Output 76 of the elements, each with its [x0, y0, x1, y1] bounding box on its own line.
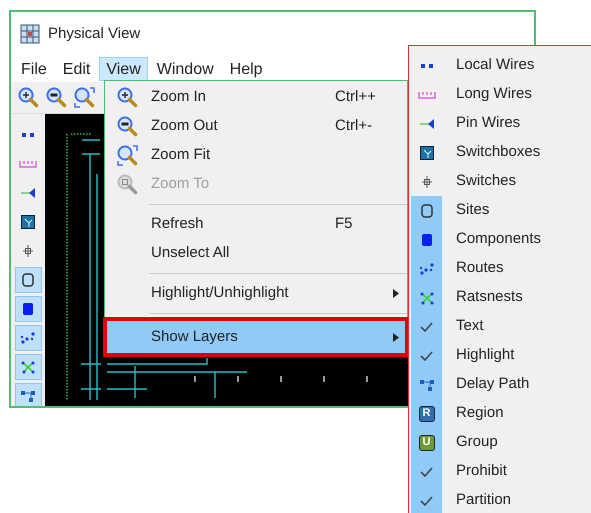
menu-item[interactable]: Unselect All — [105, 239, 407, 268]
ruler-icon — [19, 160, 37, 168]
menu-item[interactable]: Show Layers — [105, 319, 407, 355]
zoom-fit-icon — [117, 144, 139, 166]
submenu-arrow-icon — [393, 332, 399, 342]
layer-menu-item[interactable]: Sites — [409, 196, 591, 225]
chip-icon — [22, 302, 34, 316]
layer-menu-item[interactable]: Ratsnests — [409, 283, 591, 312]
layer-menu-item[interactable]: R Region — [409, 399, 591, 428]
square-icon — [420, 146, 434, 160]
menu-item[interactable]: Edit — [56, 57, 98, 81]
crosshair-icon — [420, 176, 432, 188]
ruler-icon — [418, 90, 436, 98]
letter-badge-icon: U — [418, 434, 434, 450]
check-icon — [420, 350, 433, 360]
layer-menu-item[interactable]: Prohibit — [409, 457, 591, 486]
zoom-in-button[interactable] — [17, 86, 41, 110]
zoom-out-icon — [46, 86, 68, 108]
layer-toggle-button[interactable] — [14, 267, 42, 293]
zoom-out-icon — [117, 116, 139, 138]
layer-menu-item[interactable]: Switches — [409, 167, 591, 196]
check-icon — [420, 466, 433, 476]
dots-icon — [420, 62, 434, 68]
check-icon — [420, 496, 433, 506]
layer-toggle-button[interactable] — [14, 325, 42, 351]
check-icon — [420, 322, 433, 332]
layer-menu-item[interactable]: Delay Path — [409, 370, 591, 399]
pin-icon — [20, 188, 36, 198]
rounded-square-icon — [22, 273, 34, 287]
menu-item[interactable]: Zoom Fit — [105, 141, 407, 170]
zoom-in-icon — [18, 86, 40, 108]
network-icon — [418, 290, 434, 304]
zoom-out-button[interactable] — [45, 86, 69, 110]
menu-item[interactable]: Zoom In Ctrl++ — [105, 83, 407, 112]
path-icon — [418, 378, 434, 392]
menu-item[interactable]: Refresh F5 — [105, 210, 407, 239]
shortcut-text: Ctrl++ — [335, 87, 377, 108]
layer-menu-item[interactable]: Switchboxes — [409, 138, 591, 167]
menu-item[interactable]: Help — [222, 57, 270, 81]
submenu-arrow-icon — [393, 289, 399, 298]
grid-app-icon — [20, 24, 40, 44]
menu-item[interactable]: View — [99, 57, 148, 81]
square-icon — [21, 215, 35, 229]
menu-item[interactable]: Zoom Out Ctrl+- — [105, 112, 407, 141]
magnifier-icon — [117, 174, 139, 196]
zoom-fit-icon — [74, 86, 96, 108]
rounded-square-icon — [420, 204, 432, 218]
zoom-fit-button[interactable] — [73, 86, 97, 110]
menu-item[interactable]: File — [14, 57, 54, 81]
network-icon — [20, 360, 36, 374]
layer-menu-item[interactable]: Pin Wires — [409, 109, 591, 138]
layer-menu-item[interactable]: Components — [409, 225, 591, 254]
dots-icon — [21, 132, 35, 138]
menu-item[interactable]: Highlight/Unhighlight — [105, 279, 407, 308]
layer-menu-item[interactable]: Local Wires — [409, 51, 591, 80]
layer-menu-item[interactable]: Partition — [409, 486, 591, 513]
layer-menu-item[interactable]: Long Wires — [409, 80, 591, 109]
layer-toggle-button[interactable] — [14, 354, 42, 380]
shortcut-text: Ctrl+- — [335, 116, 374, 136]
dots-icon — [418, 262, 434, 276]
layer-toggle-button[interactable] — [14, 383, 42, 406]
window-title: Physical View — [48, 24, 140, 44]
dots-icon — [20, 331, 36, 345]
layer-menu-item[interactable]: Highlight — [409, 341, 591, 370]
layer-toggle-button[interactable] — [14, 296, 42, 322]
path-icon — [20, 389, 36, 403]
crosshair-icon — [22, 245, 34, 257]
menu-item[interactable]: Window — [150, 57, 221, 81]
shortcut-text: F5 — [335, 214, 354, 234]
layer-menu-item[interactable]: Text — [409, 312, 591, 341]
zoom-in-icon — [117, 86, 139, 108]
letter-badge-icon: R — [418, 406, 434, 422]
layer-menu-item[interactable]: Routes — [409, 254, 591, 283]
chip-icon — [420, 232, 432, 246]
pin-icon — [418, 118, 434, 128]
layer-menu-item[interactable]: U Group — [409, 428, 591, 457]
